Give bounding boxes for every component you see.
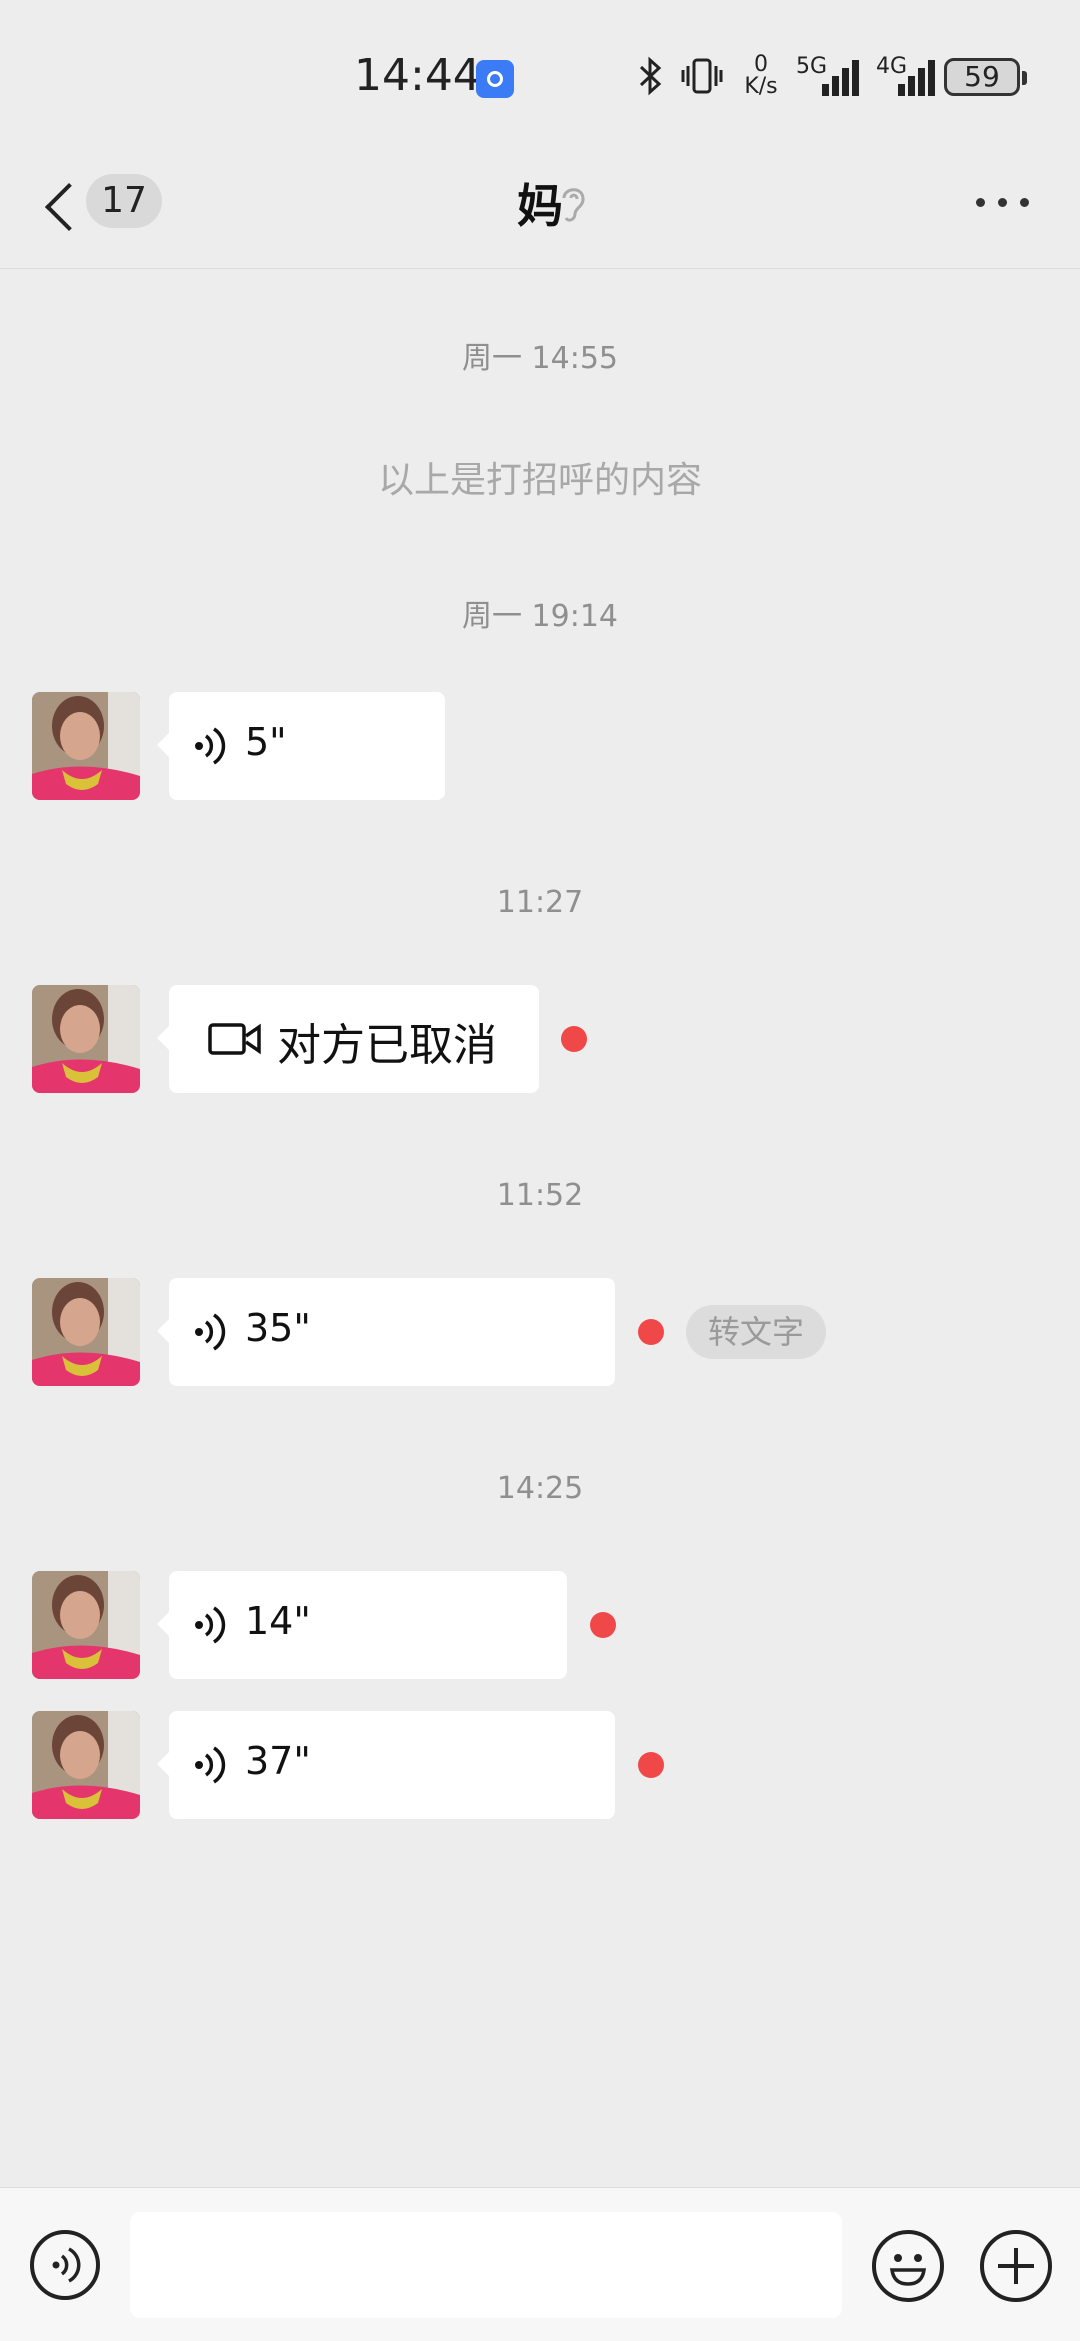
unread-dot [590,1612,616,1638]
call-status-text: 对方已取消 [277,1020,497,1071]
battery-indicator: 59 [944,58,1027,96]
avatar[interactable] [32,1278,140,1386]
avatar[interactable] [32,985,140,1093]
message-row: 35" 转文字 [32,1278,932,1386]
unread-dot [561,1026,587,1052]
app-notification-icon [476,60,514,98]
avatar[interactable] [32,1571,140,1679]
vibrate-icon [680,56,724,96]
transcribe-button[interactable]: 转文字 [686,1305,826,1359]
timestamp: 14:25 [496,1471,584,1506]
speed-value: 0 [754,52,768,77]
timestamp: 11:27 [496,885,584,920]
voice-mode-icon[interactable] [30,2230,100,2300]
voice-duration: 5" [245,720,287,764]
plus-icon[interactable] [980,2230,1052,2302]
voice-wave-icon [193,724,229,768]
timestamp: 周一 19:14 [462,599,618,634]
voice-message-bubble[interactable]: 35" [157,1278,615,1386]
voice-duration: 14" [245,1599,311,1643]
message-row: 对方已取消 [32,985,932,1093]
chat-area[interactable]: 周一 14:55 以上是打招呼的内容 周一 19:14 5" 11:27 对方已… [0,269,1080,2186]
speed-unit: K/s [744,74,778,99]
video-camera-icon [207,1019,263,1059]
emoji-icon[interactable] [872,2230,944,2302]
voice-duration: 37" [245,1739,311,1783]
voice-message-bubble[interactable]: 14" [157,1571,567,1679]
timestamp: 周一 14:55 [462,341,618,376]
timestamp: 11:52 [496,1178,584,1213]
status-bar: 14:44 0 K/s 5G 4G 59 [0,0,1080,150]
system-notice: 以上是打招呼的内容 [377,460,702,501]
voice-wave-icon [193,1603,229,1647]
message-row: 5" [32,692,932,800]
chat-title: 妈 [517,179,563,233]
signal-bars-1-icon [808,58,860,96]
message-input[interactable] [130,2212,842,2318]
voice-duration: 35" [245,1306,311,1350]
video-call-bubble[interactable]: 对方已取消 [157,985,539,1093]
more-icon[interactable] [976,194,1032,210]
voice-message-bubble[interactable]: 37" [157,1711,615,1819]
message-row: 37" [32,1711,932,1819]
bluetooth-icon [638,56,664,105]
chat-header: 17 妈 [0,150,1080,269]
network-speed: 0 K/s [740,54,782,98]
message-row: 14" [32,1571,932,1679]
avatar[interactable] [32,1711,140,1819]
unread-dot [638,1752,664,1778]
avatar[interactable] [32,692,140,800]
voice-wave-icon [193,1310,229,1354]
input-bar [0,2187,1080,2341]
voice-message-bubble[interactable]: 5" [157,692,445,800]
unread-dot [638,1319,664,1345]
signal-bars-2-icon [884,58,936,96]
status-time: 14:44 [354,50,481,101]
voice-wave-icon [193,1743,229,1787]
ear-icon [556,182,590,226]
